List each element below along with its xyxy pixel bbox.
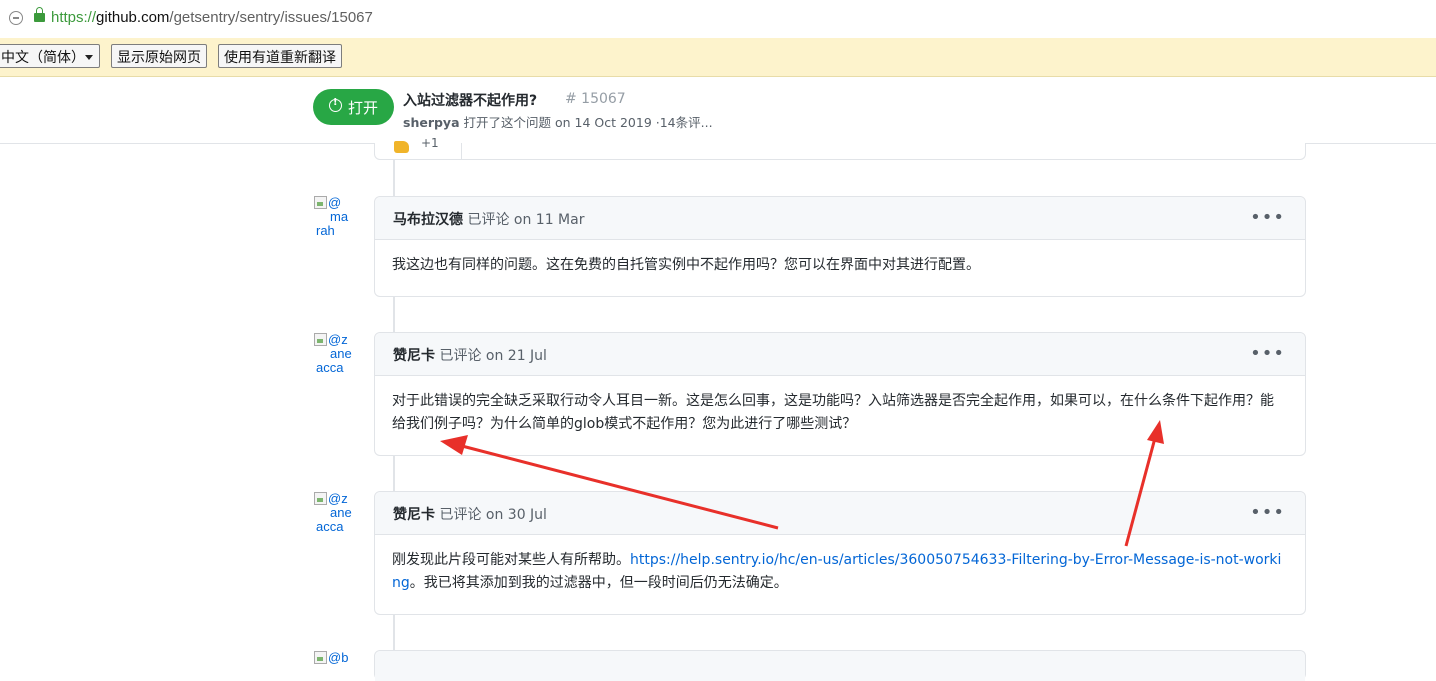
- annotation-arrow: [1124, 420, 1164, 547]
- annotation-arrow: [440, 435, 779, 530]
- annotation-arrows: [440, 420, 1164, 547]
